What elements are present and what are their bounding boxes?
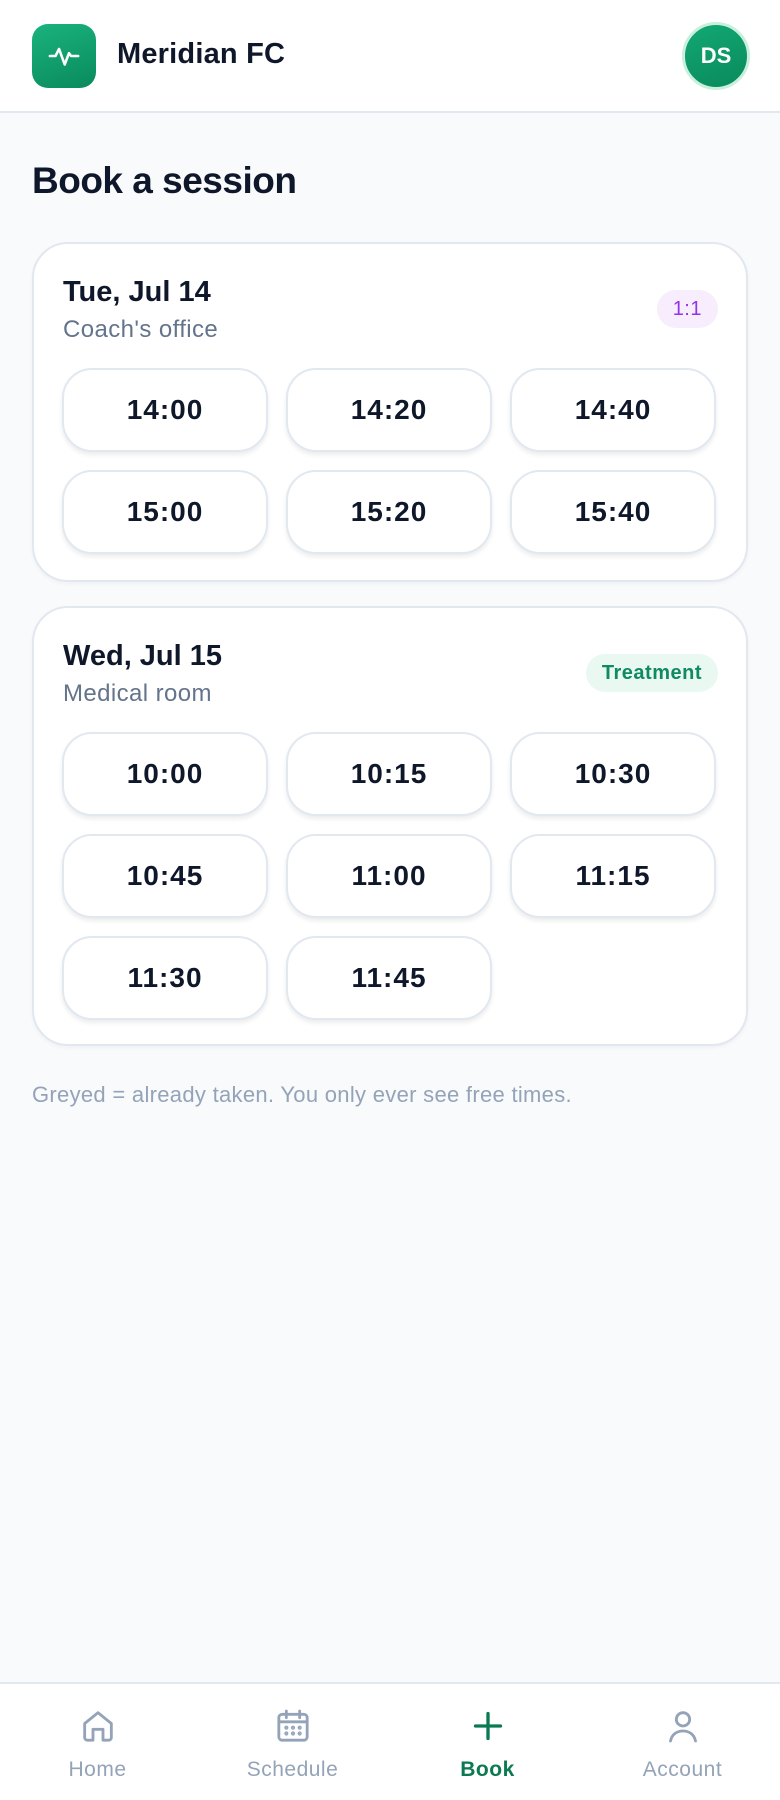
day-location: Medical room [63, 680, 212, 707]
time-slot-button[interactable]: 11:45 [286, 936, 492, 1020]
day-date: Tue, Jul 14 [63, 276, 211, 308]
time-slot-button[interactable]: 10:00 [62, 732, 268, 816]
nav-item-book[interactable]: Book [390, 1684, 585, 1800]
app-header: Meridian FC DS [0, 0, 780, 113]
pulse-icon [48, 47, 80, 66]
calendar-icon [273, 1706, 313, 1746]
time-slot-grid: 14:00 14:20 14:40 15:00 15:20 15:40 [62, 368, 720, 554]
nav-label: Schedule [246, 1758, 339, 1781]
time-slot-button[interactable]: 10:15 [286, 732, 492, 816]
time-slot-button[interactable]: 15:20 [286, 470, 492, 554]
nav-label: Book [460, 1758, 515, 1781]
user-icon [663, 1706, 703, 1746]
day-date: Wed, Jul 15 [63, 640, 223, 672]
nav-item-home[interactable]: Home [0, 1684, 195, 1800]
session-type-badge: 1:1 [656, 290, 718, 328]
time-slot-button[interactable]: 11:30 [62, 936, 268, 1020]
time-slot-grid: 10:00 10:15 10:30 10:45 11:00 11:15 11:3… [62, 732, 720, 1020]
time-slot-button[interactable]: 15:00 [62, 470, 268, 554]
home-icon [78, 1706, 118, 1746]
app-logo [32, 24, 96, 88]
time-slot-button[interactable]: 15:40 [510, 470, 716, 554]
time-slot-button[interactable]: 11:00 [286, 834, 492, 918]
time-slot-button[interactable]: 14:20 [286, 368, 492, 452]
nav-item-schedule[interactable]: Schedule [195, 1684, 390, 1800]
availability-note: Greyed = already taken. You only ever se… [32, 1082, 572, 1107]
time-slot-button[interactable]: 14:00 [62, 368, 268, 452]
day-card: Tue, Jul 14 Coach's office 1:1 14:00 14:… [32, 242, 748, 582]
time-slot-button[interactable]: 10:45 [62, 834, 268, 918]
plus-icon [468, 1706, 508, 1746]
day-location: Coach's office [63, 316, 219, 343]
bottom-nav: Home Schedule Book Account [0, 1682, 780, 1800]
app-name: Meridian FC [117, 38, 286, 70]
time-slot-button[interactable]: 10:30 [510, 732, 716, 816]
page-title: Book a session [32, 160, 297, 201]
time-slot-button[interactable]: 14:40 [510, 368, 716, 452]
session-type-badge: Treatment [585, 654, 718, 692]
avatar[interactable]: DS [682, 22, 750, 90]
nav-label: Account [642, 1758, 723, 1781]
day-card: Wed, Jul 15 Medical room Treatment 10:00… [32, 606, 748, 1046]
nav-label: Home [68, 1758, 127, 1781]
time-slot-button[interactable]: 11:15 [510, 834, 716, 918]
nav-item-account[interactable]: Account [585, 1684, 780, 1800]
